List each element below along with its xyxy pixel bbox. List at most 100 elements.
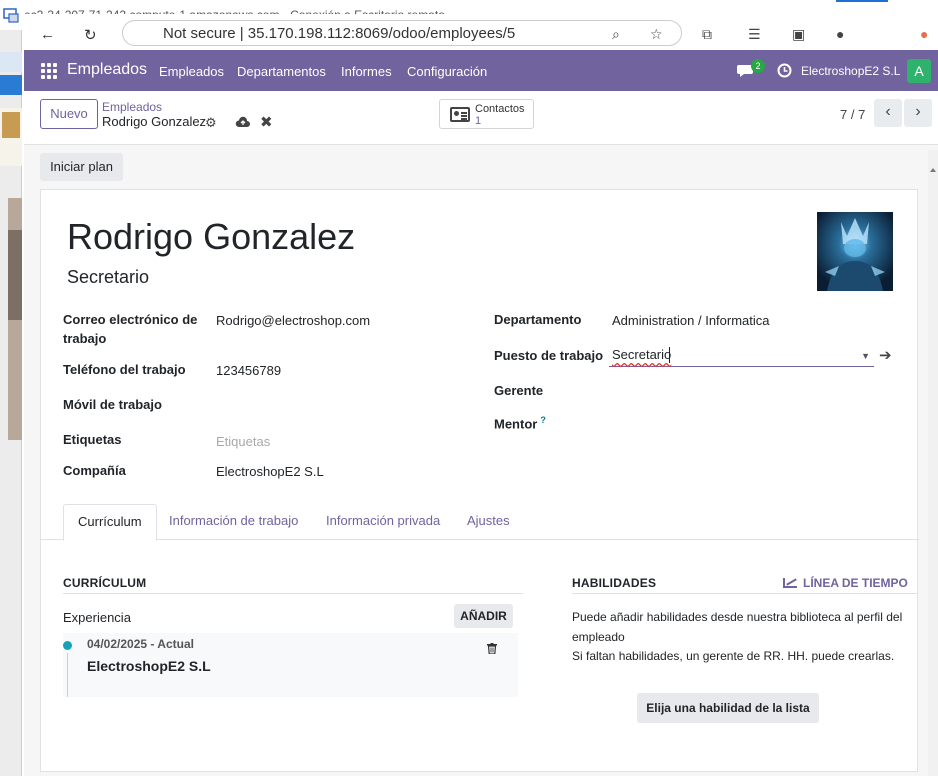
work-phone-label: Teléfono del trabajo [63, 362, 186, 377]
address-text: Not secure | 35.170.198.112:8069/odoo/em… [163, 25, 516, 42]
pager-value[interactable]: 7 / 7 [840, 107, 865, 122]
titlebar-accent [836, 0, 888, 2]
company-value[interactable]: ElectroshopE2 S.L [216, 464, 324, 479]
user-avatar[interactable]: A [907, 59, 931, 83]
app-brand[interactable]: Empleados [67, 61, 147, 79]
main-navbar: Empleados Empleados Departamentos Inform… [24, 50, 938, 91]
resume-section-divider [63, 593, 523, 594]
job-position-input[interactable]: Secretario ▼ [609, 345, 874, 367]
chevron-right-icon: › [915, 103, 921, 120]
tags-input[interactable]: Etiquetas [216, 434, 270, 449]
department-value[interactable]: Administration / Informatica [612, 313, 770, 328]
menu-employees[interactable]: Empleados [159, 64, 224, 79]
desktop-folder-icon [2, 112, 20, 138]
contact-card-icon [450, 107, 470, 122]
work-email-value[interactable]: Rodrigo@electroshop.com [216, 313, 370, 328]
contacts-label: Contactos [475, 103, 525, 115]
employee-photo[interactable] [817, 212, 893, 291]
job-position-value: Secretario [612, 347, 672, 362]
skills-section-divider [572, 593, 917, 594]
employee-job-title[interactable]: Secretario [67, 267, 149, 288]
tab-resume[interactable]: Currículum [63, 504, 157, 541]
skills-empty-line-2: Si faltan habilidades, un gerente de RR.… [572, 649, 895, 663]
tab-private-information[interactable]: Información privada [312, 504, 454, 540]
internal-link-arrow-icon[interactable]: ➔ [879, 346, 892, 364]
resume-line[interactable]: 04/02/2025 - Actual ElectroshopE2 S.L [63, 633, 518, 697]
resume-line-company: ElectroshopE2 S.L [87, 658, 211, 674]
odoo-app: Empleados Empleados Departamentos Inform… [24, 50, 938, 776]
skills-section-title: HABILIDADES [572, 576, 657, 590]
add-resume-line-button[interactable]: AÑADIR [454, 604, 513, 628]
favorites-icon[interactable]: ☰ [748, 26, 761, 43]
employee-form-sheet: Rodrigo Gonzalez Secretario Correo elect… [40, 189, 919, 772]
tab-work-information[interactable]: Información de trabajo [155, 504, 312, 540]
clock-icon[interactable] [777, 63, 792, 78]
company-switcher[interactable]: ElectroshopE2 S.L [801, 64, 900, 78]
resume-section-title: CURRÍCULUM [63, 576, 147, 590]
department-label: Departamento [494, 312, 582, 327]
skills-empty-message: Puede añadir habilidades desde nuestra b… [572, 608, 912, 667]
manager-label: Gerente [494, 383, 544, 398]
help-tooltip-icon[interactable]: ? [540, 415, 546, 425]
breadcrumb-current: Rodrigo Gonzalez [102, 114, 207, 129]
work-phone-value[interactable]: 123456789 [216, 363, 281, 378]
mentor-label-text: Mentor [494, 416, 538, 432]
search-icon[interactable]: ⌕ [612, 26, 620, 43]
reload-icon[interactable]: ↻ [84, 26, 97, 44]
start-plan-button[interactable]: Iniciar plan [40, 153, 123, 181]
collections-icon[interactable]: ▣ [792, 26, 805, 43]
work-email-label: Correo electrónico de trabajo [63, 312, 198, 346]
timeline-label: LÍNEA DE TIEMPO [803, 576, 908, 590]
timeline-dot [63, 641, 72, 650]
scroll-up-arrow-icon[interactable] [930, 160, 936, 172]
manager-value[interactable] [612, 384, 874, 402]
resume-line-date: 04/02/2025 - Actual [87, 637, 194, 651]
employee-name[interactable]: Rodrigo Gonzalez [67, 216, 355, 258]
page-scrollbar[interactable] [928, 150, 938, 776]
text-cursor [669, 347, 670, 363]
desktop-background-strip [0, 30, 22, 776]
pager-previous-button[interactable]: ‹ [874, 99, 902, 127]
line-chart-icon [783, 578, 797, 588]
pick-skill-button[interactable]: Elija una habilidad de la lista [637, 693, 819, 723]
skills-empty-line-1: Puede añadir habilidades desde nuestra b… [572, 610, 903, 644]
extension-icon[interactable]: ● [836, 26, 844, 42]
desktop-icon-1 [0, 52, 22, 72]
apps-menu-icon[interactable] [41, 63, 57, 79]
remote-desktop-icon [3, 8, 19, 23]
mentor-label: Mentor? [494, 411, 546, 433]
cloud-save-icon[interactable] [235, 116, 251, 128]
desktop-icon-2 [0, 75, 22, 95]
job-position-label: Puesto de trabajo [494, 348, 604, 363]
star-icon[interactable]: ☆ [650, 26, 663, 43]
split-screen-icon[interactable]: ⧉ [702, 26, 712, 43]
chat-count-badge: 2 [751, 59, 765, 73]
menu-configuration[interactable]: Configuración [407, 64, 487, 79]
browser-toolbar: ← ↻ Not secure | 35.170.198.112:8069/odo… [22, 14, 938, 50]
experience-label: Experiencia [63, 610, 131, 625]
work-mobile-value[interactable] [216, 398, 466, 416]
menu-departments[interactable]: Departamentos [237, 64, 326, 79]
breadcrumb-parent[interactable]: Empleados [102, 100, 162, 114]
control-panel: Nuevo Empleados Rodrigo Gonzalez ⚙ ✖ Con… [24, 91, 938, 145]
timeline-line [67, 653, 68, 697]
copilot-icon[interactable]: ● [920, 26, 928, 42]
chevron-left-icon: ‹ [885, 103, 891, 120]
trash-icon[interactable] [487, 643, 497, 654]
tags-label: Etiquetas [63, 432, 122, 447]
discard-icon[interactable]: ✖ [260, 113, 273, 131]
back-icon[interactable]: ← [40, 26, 55, 43]
dropdown-arrow-icon[interactable]: ▼ [861, 351, 870, 361]
timeline-button[interactable]: LÍNEA DE TIEMPO [783, 576, 908, 590]
tab-settings[interactable]: Ajustes [453, 504, 524, 540]
address-bar[interactable]: Not secure | 35.170.198.112:8069/odoo/em… [122, 20, 682, 46]
pager-next-button[interactable]: › [904, 99, 932, 127]
contacts-smart-button[interactable]: Contactos 1 [439, 99, 534, 129]
new-button[interactable]: Nuevo [40, 99, 98, 129]
desktop-wallpaper-detail [8, 230, 22, 320]
menu-reports[interactable]: Informes [341, 64, 392, 79]
contacts-count: 1 [475, 115, 482, 127]
mentor-value[interactable] [612, 414, 874, 432]
notebook-tabs: Currículum Información de trabajo Inform… [41, 504, 919, 541]
gear-icon[interactable]: ⚙ [205, 115, 217, 131]
